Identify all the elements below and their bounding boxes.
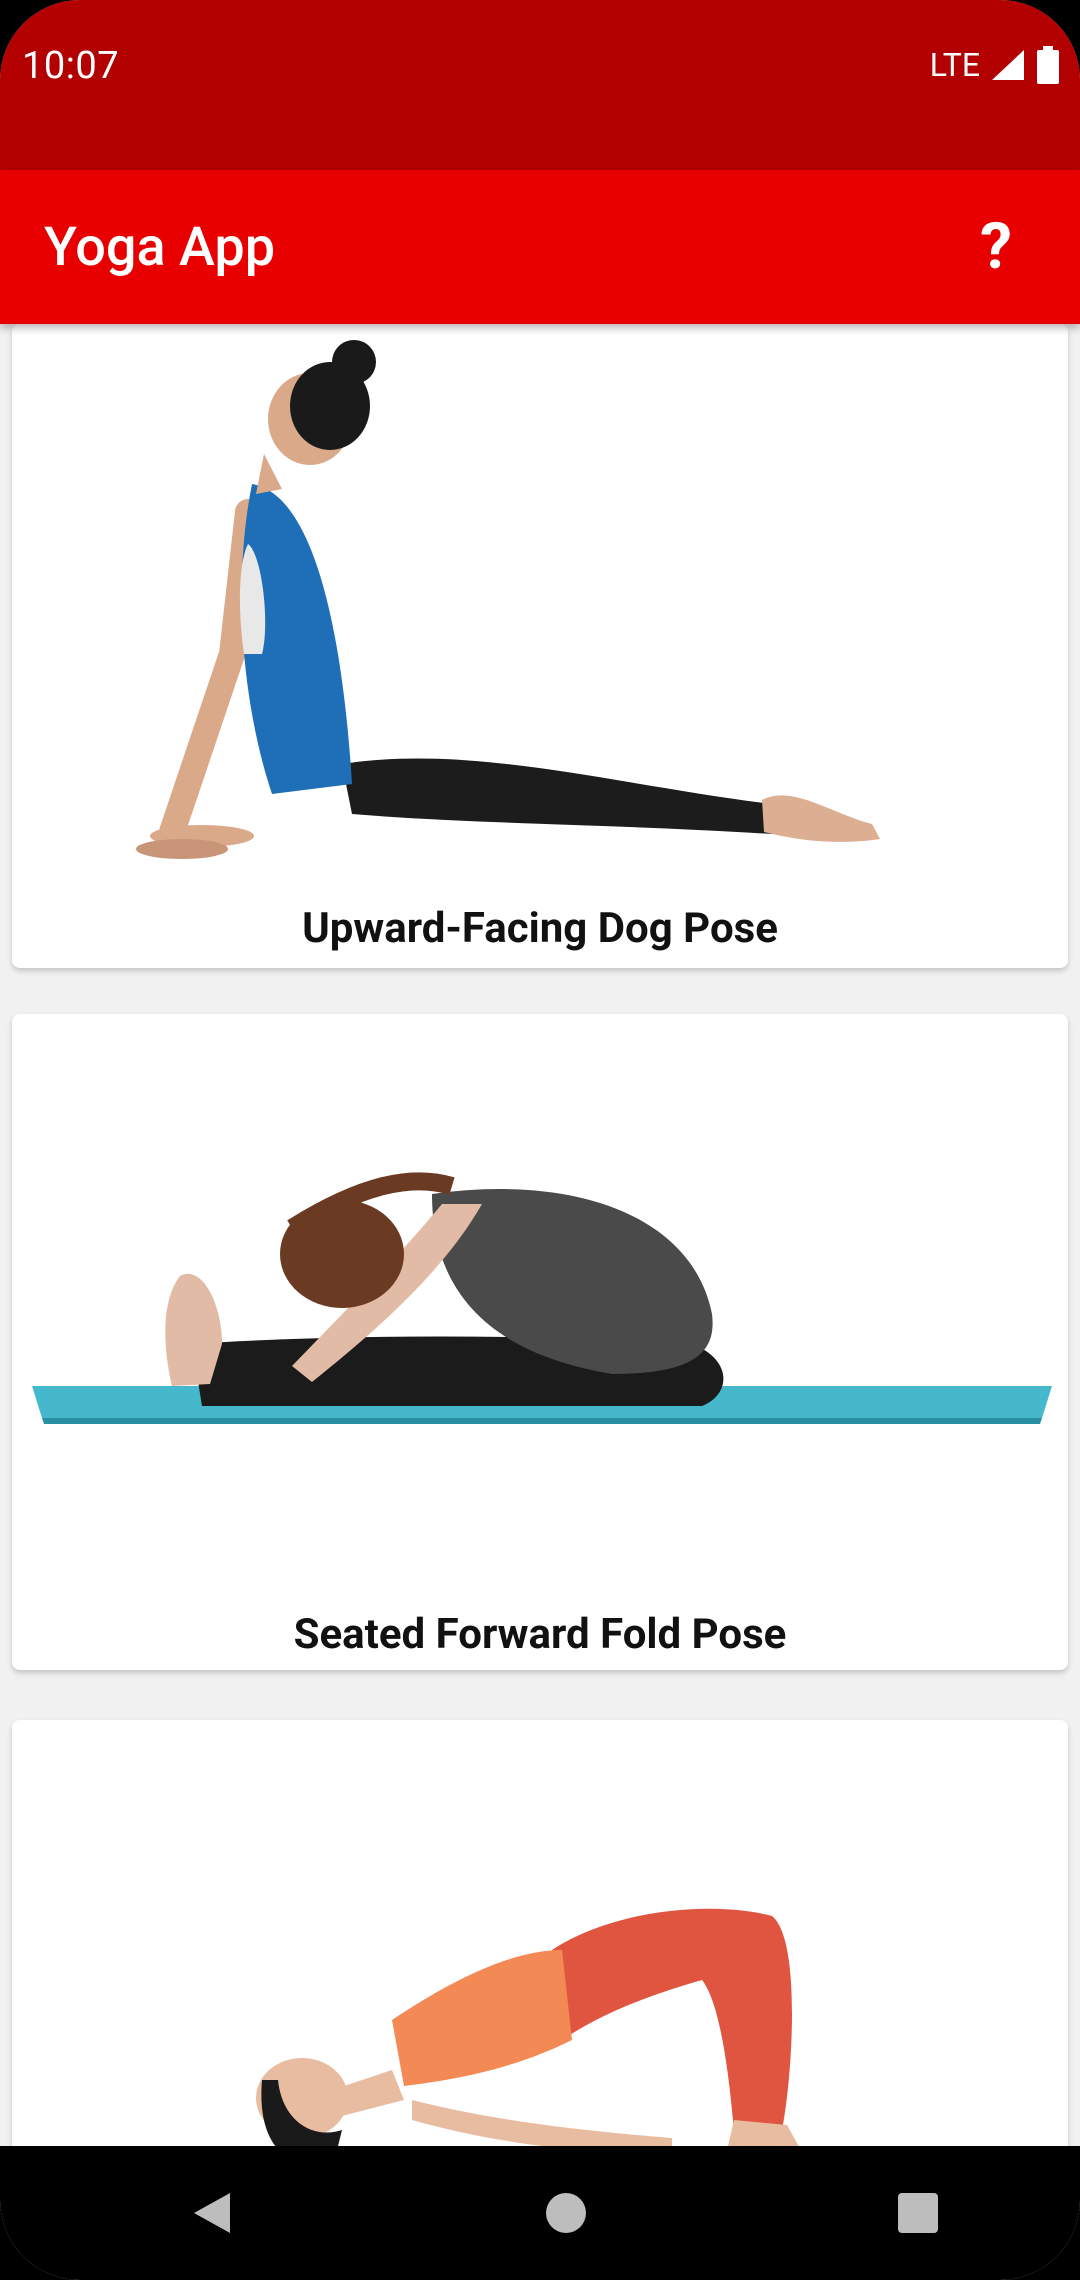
app-title: Yoga App: [44, 215, 276, 279]
pose-card[interactable]: Upward-Facing Dog Pose: [12, 324, 1068, 968]
back-icon[interactable]: [190, 2189, 236, 2237]
battery-icon: [1037, 46, 1059, 84]
pose-card[interactable]: [12, 1720, 1068, 2146]
signal-icon: [992, 50, 1024, 80]
network-type: LTE: [929, 46, 980, 84]
help-button[interactable]: ?: [956, 207, 1036, 287]
status-bar: 10:07 LTE: [0, 0, 1080, 170]
status-time: 10:07: [22, 44, 120, 88]
phone-screen: 10:07 LTE Yoga App ? Upward-Facing Dog P…: [0, 0, 1080, 2280]
pose-title: Upward-Facing Dog Pose: [302, 904, 778, 953]
seated-forward-fold-illustration: [32, 1172, 1052, 1424]
recents-icon[interactable]: [896, 2191, 940, 2235]
pose-list[interactable]: Upward-Facing Dog Pose Seated Forward Fo…: [0, 324, 1080, 2146]
home-icon[interactable]: [544, 2191, 588, 2235]
pose-card[interactable]: Seated Forward Fold Pose: [12, 1014, 1068, 1670]
status-icons: LTE: [930, 46, 1060, 84]
navigation-bar: [0, 2146, 1080, 2280]
bridge-pose-illustration: [256, 1908, 799, 2146]
upward-facing-dog-illustration: [136, 340, 880, 859]
app-bar: Yoga App ?: [0, 170, 1080, 324]
pose-title: Seated Forward Fold Pose: [293, 1610, 787, 1659]
